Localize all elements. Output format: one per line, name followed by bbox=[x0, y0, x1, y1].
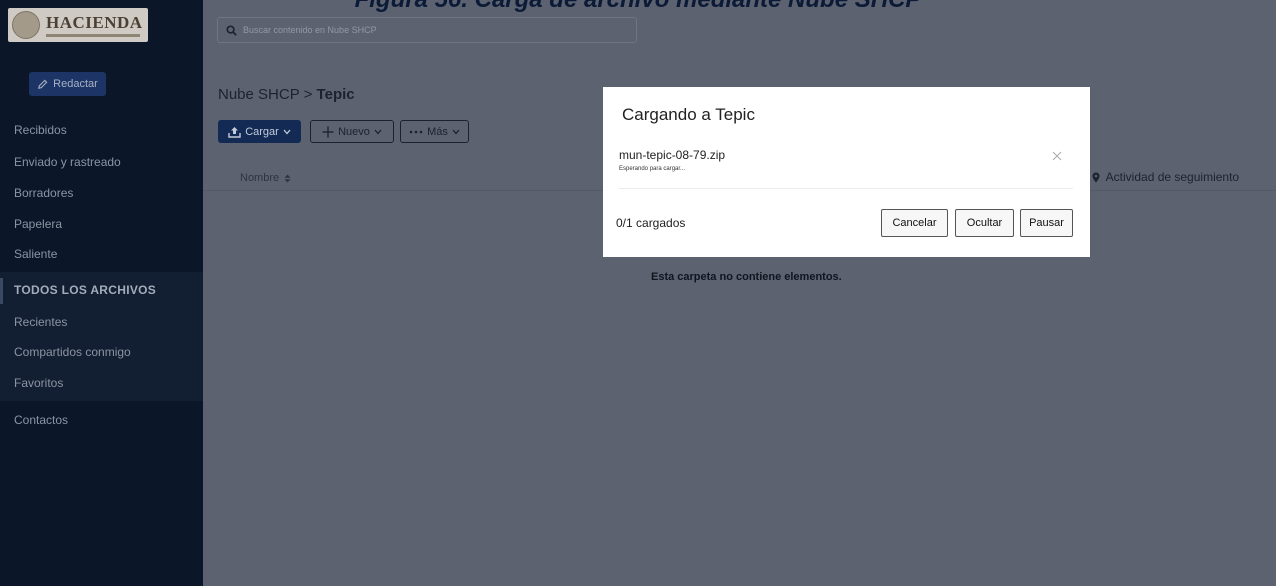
new-button[interactable]: Nuevo bbox=[310, 120, 394, 143]
upload-button[interactable]: Cargar bbox=[218, 120, 301, 143]
breadcrumb-root[interactable]: Nube SHCP bbox=[218, 86, 299, 103]
upload-icon bbox=[228, 126, 241, 138]
more-label: Más bbox=[427, 125, 448, 138]
dialog-divider bbox=[619, 188, 1073, 189]
sidebar: HACIENDA Redactar Recibidos Enviado y ra… bbox=[0, 0, 203, 586]
pause-button[interactable]: Pausar bbox=[1020, 209, 1073, 237]
ellipsis-icon bbox=[409, 130, 423, 134]
search-input[interactable]: Buscar contenido en Nube SHCP bbox=[243, 25, 377, 35]
upload-dialog: Cargando a Tepic mun-tepic-08-79.zip Esp… bbox=[603, 87, 1090, 257]
upload-file-name: mun-tepic-08-79.zip bbox=[619, 148, 726, 162]
dialog-title: Cargando a Tepic bbox=[622, 105, 755, 124]
column-header-name[interactable]: Nombre bbox=[240, 172, 291, 184]
logo-text: HACIENDA bbox=[46, 12, 143, 32]
close-icon[interactable] bbox=[1052, 151, 1062, 161]
sidebar-item-saliente[interactable]: Saliente bbox=[14, 247, 57, 261]
figure-caption: Figura 56. Carga de archivo mediante Nub… bbox=[0, 0, 1276, 14]
upload-progress-text: 0/1 cargados bbox=[616, 216, 686, 230]
compose-button[interactable]: Redactar bbox=[29, 72, 106, 96]
compose-label: Redactar bbox=[53, 78, 98, 90]
more-button[interactable]: Más bbox=[400, 120, 469, 143]
breadcrumb-current: Tepic bbox=[316, 86, 355, 103]
sidebar-item-contactos[interactable]: Contactos bbox=[14, 413, 68, 427]
sidebar-section-all-files[interactable]: TODOS LOS ARCHIVOS bbox=[14, 283, 156, 297]
upload-label: Cargar bbox=[245, 125, 279, 138]
sidebar-item-borradores[interactable]: Borradores bbox=[14, 186, 73, 200]
logo-subtitle-bar bbox=[46, 33, 140, 37]
chevron-down-icon bbox=[374, 129, 382, 135]
sidebar-item-papelera[interactable]: Papelera bbox=[14, 217, 62, 231]
plus-icon bbox=[322, 126, 334, 138]
sidebar-item-recibidos[interactable]: Recibidos bbox=[14, 123, 67, 137]
new-label: Nuevo bbox=[338, 125, 370, 138]
breadcrumb: Nube SHCP > Tepic bbox=[218, 86, 355, 103]
sidebar-item-recientes[interactable]: Recientes bbox=[14, 315, 67, 329]
empty-folder-message: Esta carpeta no contiene elementos. bbox=[651, 271, 842, 283]
seal-icon bbox=[12, 11, 40, 39]
pencil-icon bbox=[37, 79, 48, 90]
sidebar-item-favoritos[interactable]: Favoritos bbox=[14, 376, 63, 390]
search-bar[interactable]: Buscar contenido en Nube SHCP bbox=[217, 17, 637, 43]
location-pin-icon bbox=[1092, 172, 1100, 183]
section-active-indicator bbox=[0, 278, 3, 304]
breadcrumb-separator: > bbox=[303, 86, 313, 103]
sidebar-item-compartidos[interactable]: Compartidos conmigo bbox=[14, 345, 131, 359]
cancel-button[interactable]: Cancelar bbox=[881, 209, 948, 237]
chevron-down-icon bbox=[283, 129, 291, 135]
hide-button[interactable]: Ocultar bbox=[955, 209, 1014, 237]
sidebar-item-enviado[interactable]: Enviado y rastreado bbox=[14, 155, 121, 169]
search-icon bbox=[226, 24, 237, 36]
chevron-down-icon bbox=[452, 129, 460, 135]
upload-file-status: Esperando para cargar... bbox=[619, 166, 686, 172]
sort-icon bbox=[284, 174, 291, 183]
column-header-activity[interactable]: Actividad de seguimiento bbox=[1092, 170, 1239, 184]
